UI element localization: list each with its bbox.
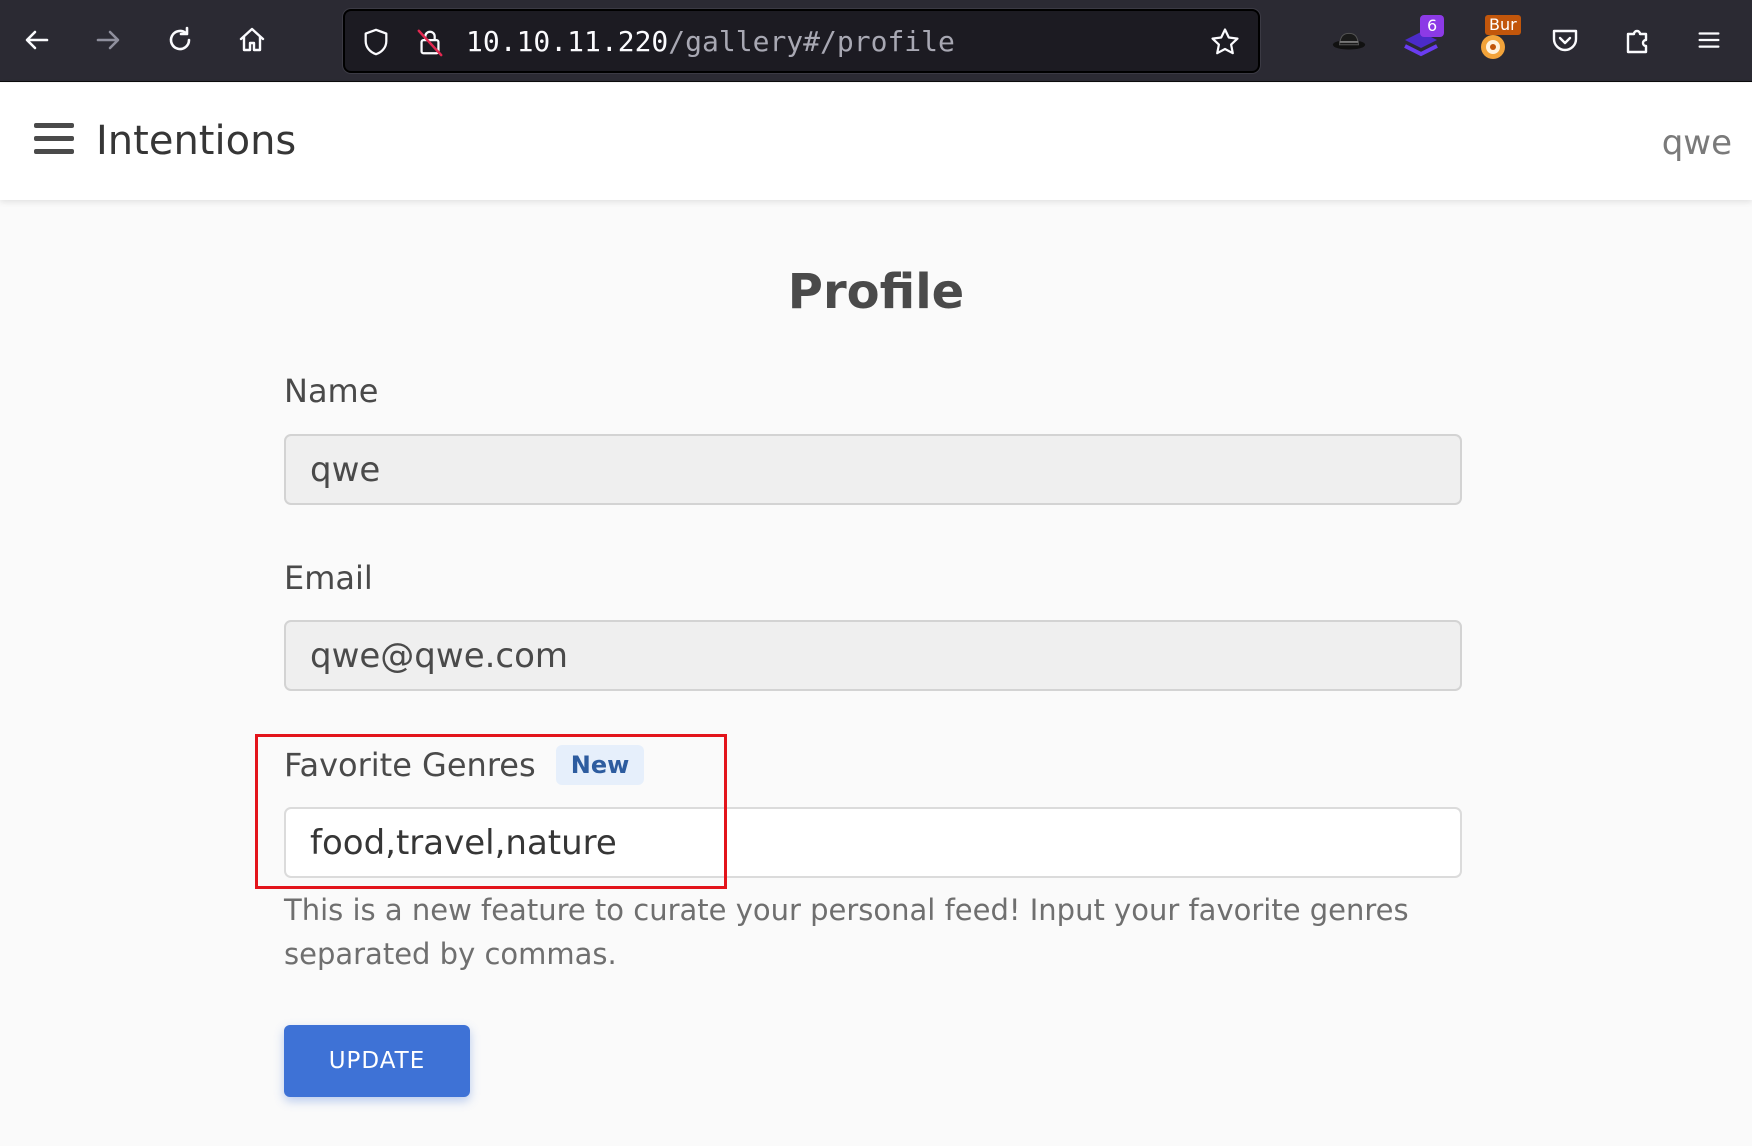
home-icon <box>239 27 265 52</box>
back-arrow-icon <box>25 30 49 50</box>
burp-extension-icon[interactable]: Bur <box>1466 13 1521 67</box>
address-bar[interactable]: 10.10.11.220/gallery#/profile <box>343 9 1260 73</box>
shield-icon[interactable] <box>359 25 393 59</box>
extensions-puzzle-icon[interactable] <box>1610 13 1664 67</box>
user-menu[interactable]: qwe <box>1662 121 1732 165</box>
name-field[interactable] <box>284 434 1462 505</box>
url-path: /gallery#/profile <box>668 25 955 58</box>
genres-label-row: Favorite Genres New <box>284 744 645 786</box>
home-button[interactable] <box>225 13 279 67</box>
bookmark-star-icon[interactable] <box>1208 25 1242 59</box>
reload-icon <box>169 26 191 51</box>
hat-extension-icon[interactable] <box>1322 13 1376 67</box>
update-button[interactable]: UPDATE <box>284 1025 470 1097</box>
url-host: 10.10.11.220 <box>466 25 669 58</box>
insecure-lock-icon[interactable] <box>413 25 447 59</box>
reload-button[interactable] <box>153 13 207 67</box>
burp-label: Bur <box>1485 15 1521 35</box>
pocket-icon[interactable] <box>1538 13 1592 67</box>
forward-arrow-icon <box>96 30 120 50</box>
forward-button[interactable] <box>81 13 135 67</box>
name-label: Name <box>284 372 379 410</box>
app-title[interactable]: Intentions <box>96 117 296 165</box>
genres-help-text: This is a new feature to curate your per… <box>284 893 1409 971</box>
page-title: Profile <box>787 264 965 320</box>
app-menu-icon[interactable] <box>1682 13 1736 67</box>
new-tag: New <box>555 745 645 785</box>
genres-input[interactable] <box>284 807 1462 878</box>
email-field[interactable] <box>284 620 1462 691</box>
hamburger-menu-icon[interactable] <box>34 123 74 159</box>
genres-label: Favorite Genres <box>284 746 536 784</box>
app-header: Intentions qwe <box>0 83 1752 200</box>
browser-toolbar: 10.10.11.220/gallery#/profile 6 Bur <box>0 0 1752 82</box>
back-button[interactable] <box>10 13 64 67</box>
stack-extension-icon[interactable]: 6 <box>1394 13 1448 67</box>
extension-badge: 6 <box>1420 15 1445 37</box>
url-text[interactable]: 10.10.11.220/gallery#/profile <box>466 24 955 60</box>
email-label: Email <box>284 559 373 597</box>
